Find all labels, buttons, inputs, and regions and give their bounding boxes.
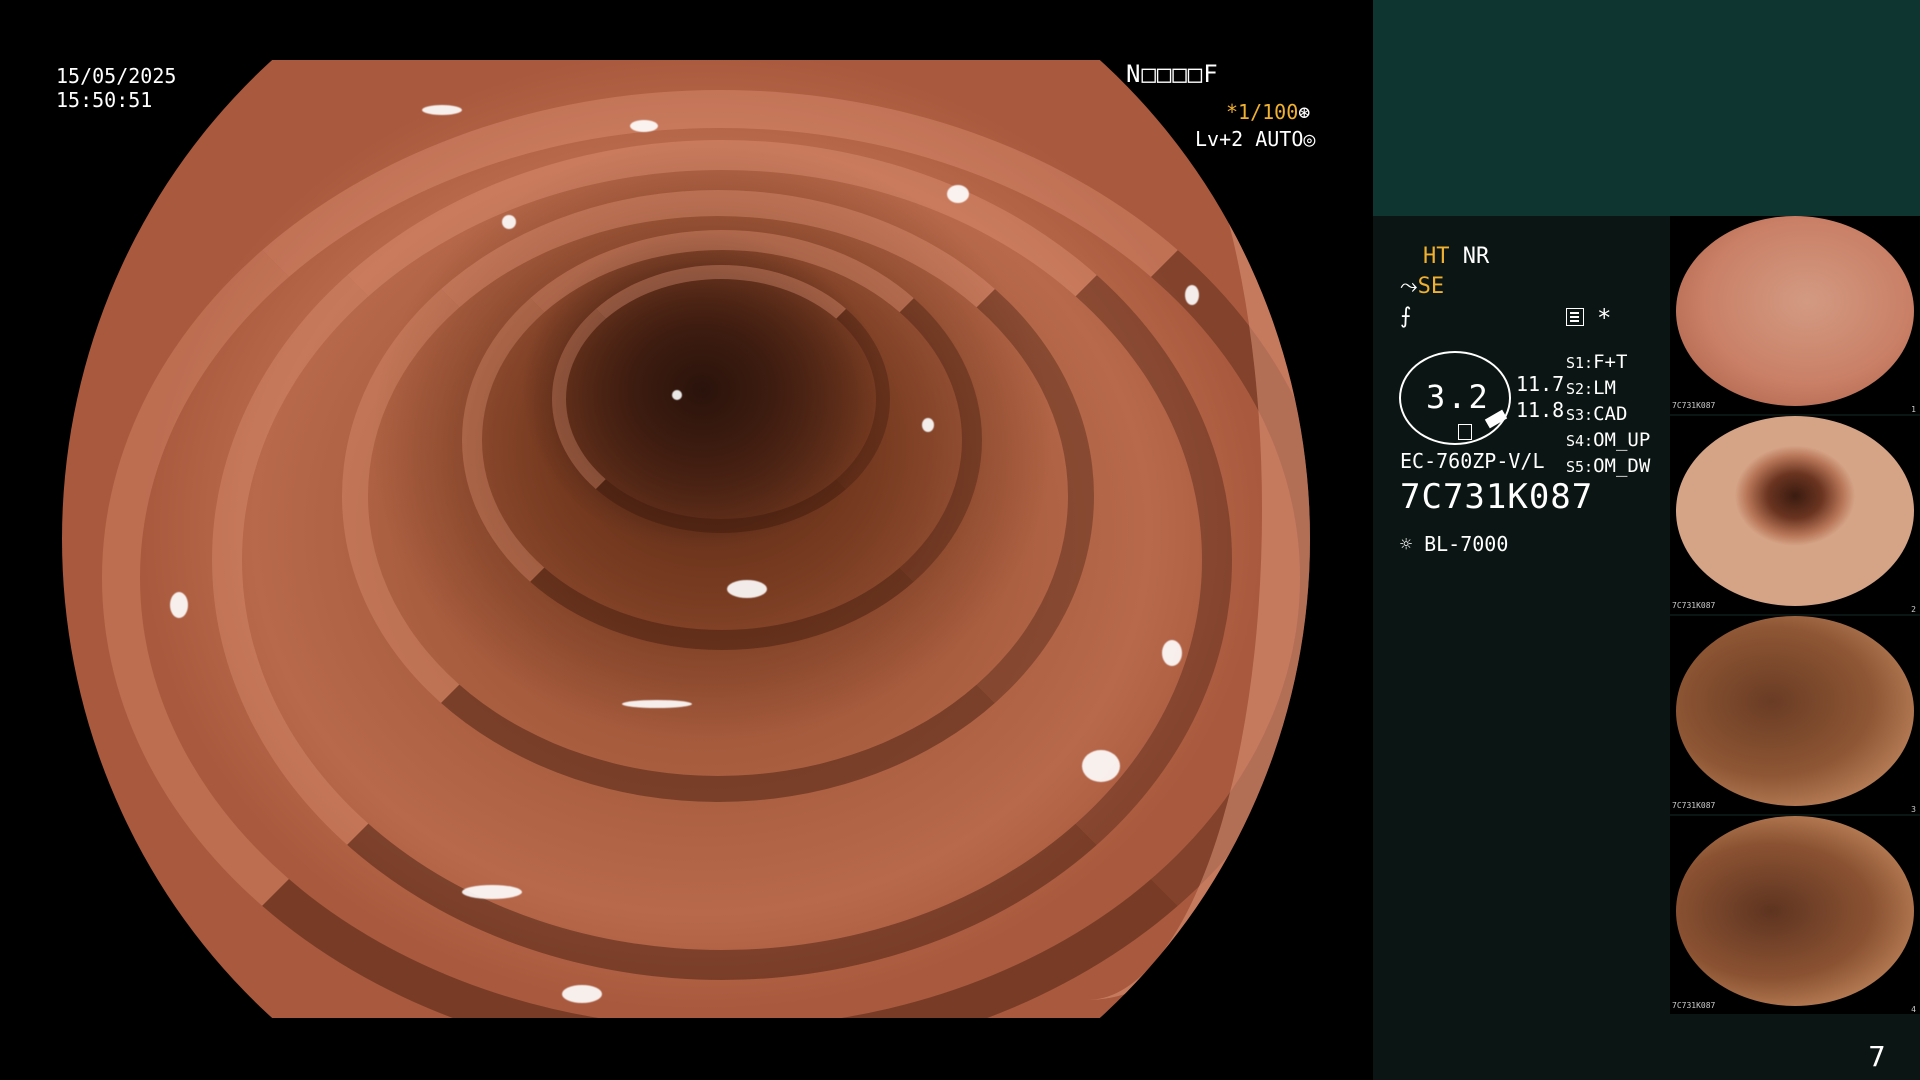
ratio-value-2: 11.8 [1516,398,1565,422]
patient-id: N□□□□F [1126,60,1219,88]
capture-thumbnail-1[interactable]: 7C731K087 1 [1670,216,1920,414]
capture-thumbnail-4[interactable]: 7C731K087 4 [1670,816,1920,1014]
mode-row: HT NR [1423,244,1489,269]
memo-icon [1566,308,1584,326]
info-panel-header [1373,0,1920,216]
thumbnail-image [1676,616,1914,806]
aperture-icon: ⊛ [1298,100,1311,124]
preset-item: S3:CAD [1566,403,1628,425]
level-text: Lv+2 AUTO [1195,127,1304,151]
specular-highlight [922,418,934,432]
level-readout: Lv+2 AUTO◎ [1195,127,1315,151]
specular-highlight [727,580,767,598]
capture-thumbnail-2[interactable]: 7C731K087 2 [1670,416,1920,614]
thumbnail-number: 3 [1911,805,1916,814]
ht-indicator: HT [1423,244,1450,269]
iris-icon: ◎ [1303,127,1316,151]
ratio-value-1: 11.7 [1516,372,1565,396]
preset-item: S2:LM [1566,377,1616,399]
specular-highlight [462,885,522,899]
shutter-text: *1/100 [1226,100,1299,124]
scope-serial: 7C731K087 [1400,477,1594,517]
nr-indicator: NR [1462,244,1490,269]
specular-highlight [170,592,188,618]
light-source: ☼ BL-7000 [1400,532,1508,556]
se-row: ⤳SE [1400,274,1444,299]
specular-highlight [672,390,682,400]
preset-list: S1:F+T S2:LM S3:CAD S4:OM_UP S5:OM_DW [1566,350,1650,480]
specular-highlight [562,985,602,1003]
mucosal-fold [552,265,890,533]
time-text: 15:50:51 [56,88,153,112]
thumbnail-label: 7C731K087 [1672,1001,1716,1010]
star-indicator: * [1597,304,1612,332]
datetime-readout: 15/05/2025 15:50:51 [56,64,176,112]
specular-highlight [502,215,516,229]
preset-item: S4:OM_UP [1566,429,1651,451]
thumbnail-image [1676,416,1914,606]
specular-highlight [947,185,969,203]
thumbnail-label: 7C731K087 [1672,401,1716,410]
light-source-text: BL-7000 [1424,532,1509,556]
specular-highlight [622,700,692,708]
specular-highlight [1082,750,1120,782]
scope-model: EC-760ZP-V/L [1400,449,1545,473]
preset-item: S1:F+T [1566,351,1628,373]
zoom-value: 3.2 [1426,378,1490,416]
thumbnail-image [1676,216,1914,406]
page-number: 7 [1868,1040,1886,1073]
specular-highlight [630,120,658,132]
shutter-readout: *1/100⊛ [1226,100,1310,124]
specular-highlight [1185,285,1199,305]
se-indicator: SE [1417,274,1445,299]
thumbnail-number: 4 [1911,1005,1916,1014]
structure-enhance-icon: ⤳ [1400,274,1418,299]
capture-thumbnail-3[interactable]: 7C731K087 3 [1670,616,1920,814]
thumbnail-label: 7C731K087 [1672,801,1716,810]
date-text: 15/05/2025 [56,64,177,88]
specular-highlight [1162,640,1182,666]
thumbnail-image [1676,816,1914,1006]
thumbnail-label: 7C731K087 [1672,601,1716,610]
color-tone-icon: ⨍ [1400,304,1412,329]
specular-highlight [422,105,462,115]
thumbnail-number: 2 [1911,605,1916,614]
endoscope-live-view [62,60,1310,1018]
light-bulb-icon: ☼ [1400,532,1413,556]
thumbnail-number: 1 [1911,405,1916,414]
zoom-square-icon [1458,424,1472,440]
